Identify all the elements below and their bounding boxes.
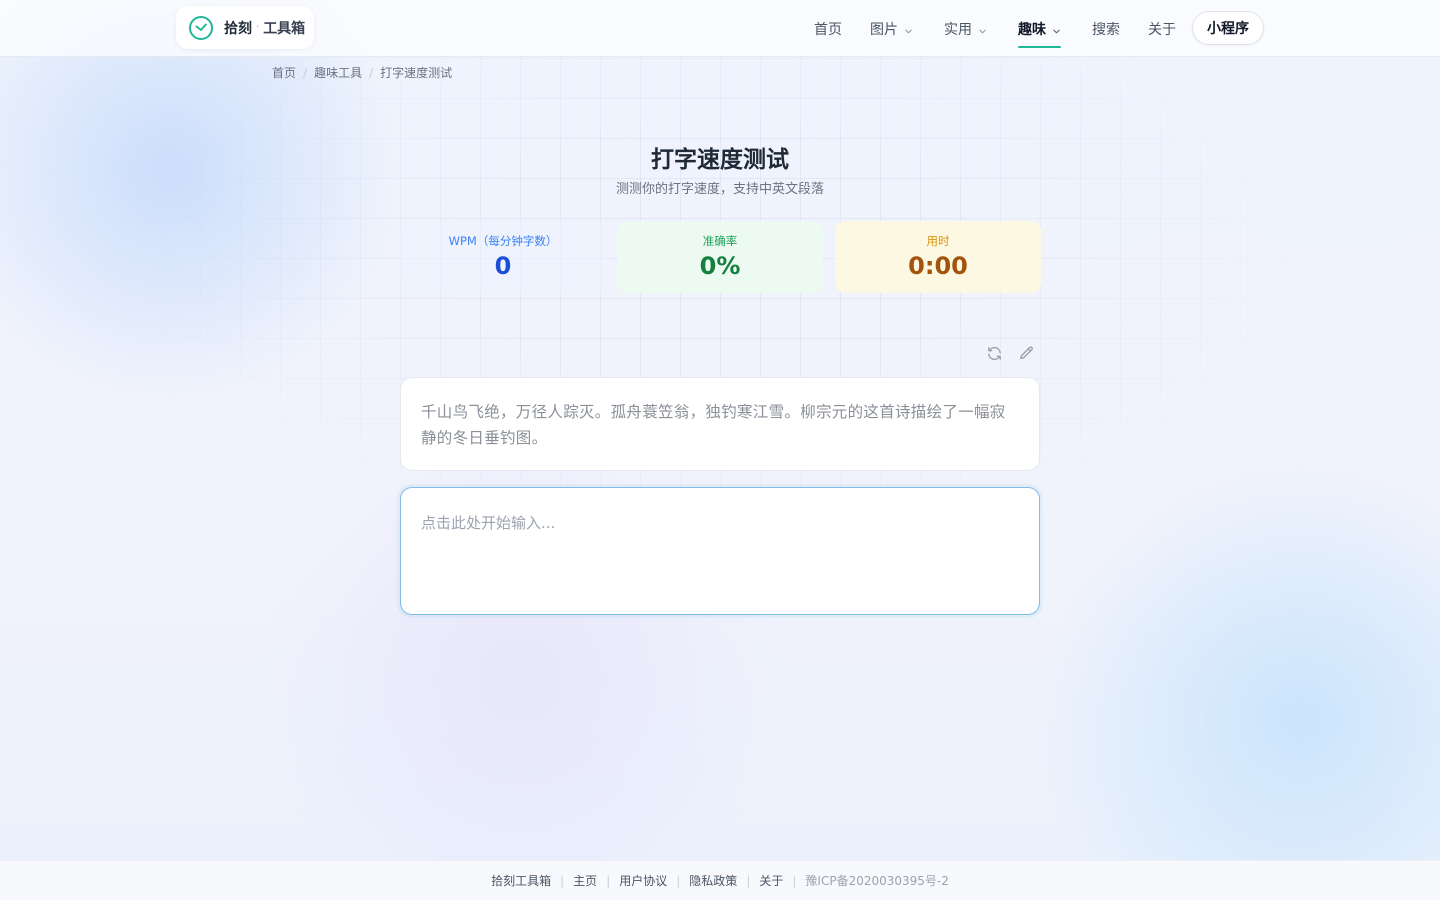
typing-input-placeholder: 点击此处开始输入... <box>421 514 556 532</box>
breadcrumb: 首页 / 趣味工具 / 打字速度测试 <box>272 64 452 81</box>
nav-fun-label: 趣味 <box>1018 21 1046 38</box>
logo-separator: · <box>256 22 260 33</box>
nav-search-label: 搜索 <box>1092 21 1120 38</box>
time-value: 0:00 <box>908 252 968 280</box>
footer-link-about[interactable]: 关于 <box>759 872 783 889</box>
accuracy-label: 准确率 <box>702 234 738 248</box>
footer-link-privacy[interactable]: 隐私政策 <box>689 872 737 889</box>
accuracy-stat-card: 准确率 0% <box>617 221 823 293</box>
top-header: 拾刻 · 工具箱 首页 图片 实用 趣味 搜索 关于 小程序 <box>0 0 1440 57</box>
wpm-value: 0 <box>494 252 512 280</box>
time-stat-card: 用时 0:00 <box>835 221 1041 293</box>
footer-link-site[interactable]: 拾刻工具箱 <box>491 872 551 889</box>
footer-separator: | <box>676 873 681 888</box>
edit-text-button[interactable] <box>1017 345 1035 366</box>
refresh-icon <box>986 345 1003 366</box>
reference-passage: 千山鸟飞绝，万径人踪灭。孤舟蓑笠翁，独钓寒江雪。柳宗元的这首诗描绘了一幅寂静的冬… <box>400 377 1040 471</box>
wpm-label: WPM（每分钟字数） <box>448 234 558 248</box>
chevron-down-icon <box>978 24 987 34</box>
breadcrumb-fun-tools[interactable]: 趣味工具 <box>314 64 362 81</box>
typing-input[interactable]: 点击此处开始输入... <box>400 487 1040 615</box>
page-footer: 拾刻工具箱 | 主页 | 用户协议 | 隐私政策 | 关于 | 豫ICP备202… <box>0 860 1440 900</box>
chevron-down-icon <box>904 24 913 34</box>
nav-home[interactable]: 首页 <box>814 0 842 57</box>
footer-separator: | <box>792 873 797 888</box>
page-subtitle: 测测你的打字速度，支持中英文段落 <box>615 182 824 197</box>
site-logo[interactable]: 拾刻 · 工具箱 <box>176 6 314 49</box>
breadcrumb-separator: / <box>303 65 308 80</box>
clock-logo-icon <box>188 15 214 41</box>
pencil-icon <box>1018 345 1035 366</box>
nav-utility[interactable]: 实用 <box>944 0 987 57</box>
breadcrumb-current: 打字速度测试 <box>380 66 453 80</box>
wpm-stat-card: WPM（每分钟字数） 0 <box>400 221 606 293</box>
page-title: 打字速度测试 <box>651 147 789 173</box>
time-label: 用时 <box>926 234 950 248</box>
refresh-button[interactable] <box>985 346 1003 364</box>
nav-images-label: 图片 <box>870 21 898 38</box>
nav-about-label: 关于 <box>1148 21 1176 38</box>
nav-utility-label: 实用 <box>944 21 972 38</box>
nav-search[interactable]: 搜索 <box>1092 0 1120 57</box>
nav-about[interactable]: 关于 <box>1148 0 1176 57</box>
breadcrumb-home[interactable]: 首页 <box>272 64 296 81</box>
footer-link-home[interactable]: 主页 <box>573 872 597 889</box>
footer-separator: | <box>606 873 611 888</box>
mini-program-button[interactable]: 小程序 <box>1192 11 1264 45</box>
chevron-down-icon <box>1052 24 1061 34</box>
breadcrumb-separator: / <box>369 65 374 80</box>
footer-icp-record[interactable]: 豫ICP备2020030395号-2 <box>805 872 948 889</box>
accuracy-value: 0% <box>699 252 741 280</box>
footer-link-terms[interactable]: 用户协议 <box>619 872 667 889</box>
nav-fun[interactable]: 趣味 <box>1018 0 1061 57</box>
nav-home-label: 首页 <box>814 21 842 38</box>
logo-title: 拾刻 <box>224 20 252 37</box>
footer-separator: | <box>560 873 565 888</box>
footer-separator: | <box>746 873 751 888</box>
nav-images[interactable]: 图片 <box>870 0 913 57</box>
logo-subtitle: 工具箱 <box>263 20 306 37</box>
